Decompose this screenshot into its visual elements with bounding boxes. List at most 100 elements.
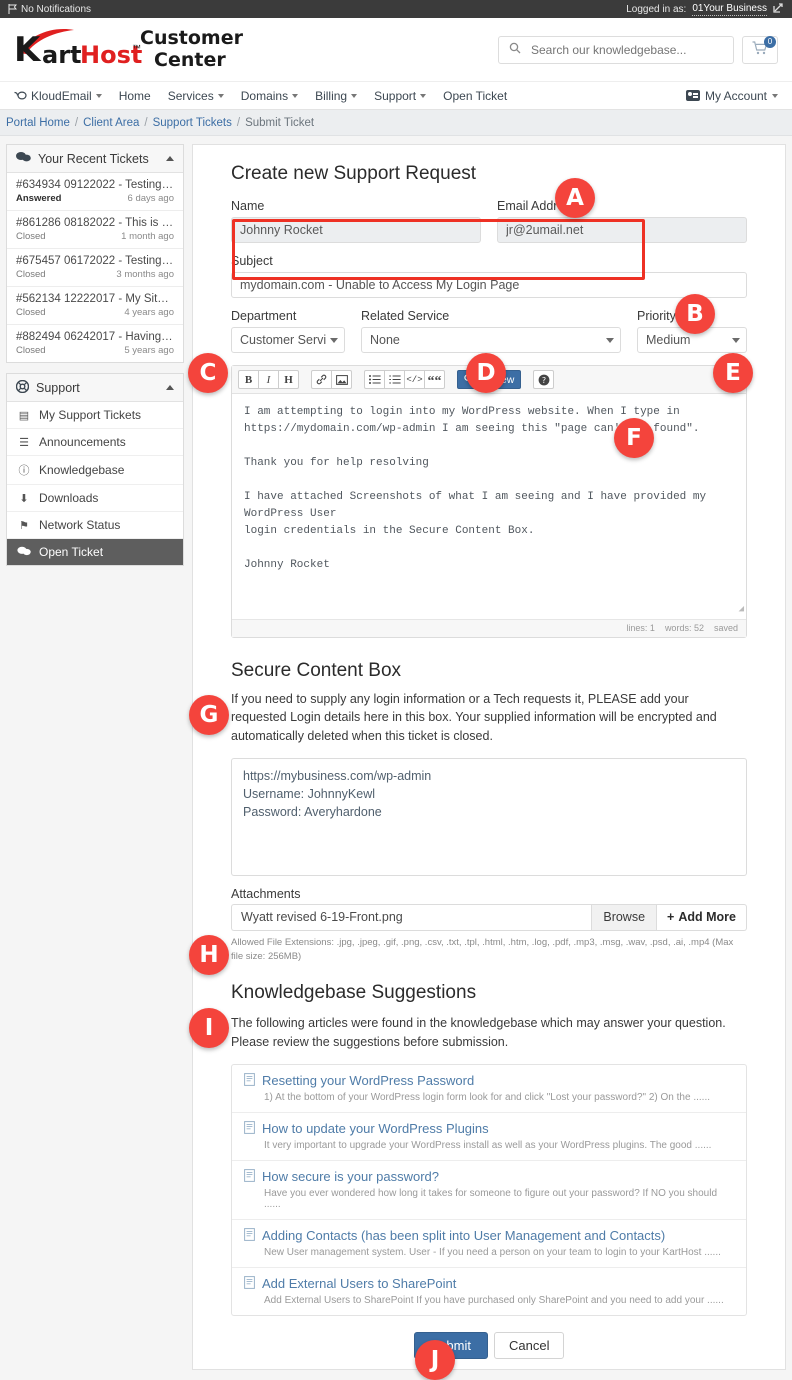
image-icon[interactable] [331,370,352,389]
quote-icon[interactable]: ““ [424,370,445,389]
comment-icon [17,546,31,559]
kb-item-excerpt: 1) At the bottom of your WordPress login… [264,1091,711,1103]
cart-button[interactable]: 0 [742,35,778,64]
email-input[interactable] [497,217,747,243]
logged-in-label: Logged in as: [626,3,687,15]
logout-icon[interactable] [773,2,784,16]
browse-button[interactable]: Browse [591,903,658,931]
flag-icon [8,4,17,14]
kloudemail-icon [14,89,27,103]
breadcrumb: Portal Home / Client Area / Support Tick… [0,110,792,136]
secure-content-title: Secure Content Box [231,659,402,681]
lifering-icon [15,379,30,396]
nav-label: Support [374,88,417,103]
kb-list-item[interactable]: Add External Users to SharePoint Add Ext… [232,1268,746,1315]
pin-icon: ⚑ [19,519,29,532]
email-field-group: Email Address [497,199,747,243]
sidebar-item-my-support-tickets[interactable]: ▤ My Support Tickets [7,402,183,429]
add-more-button[interactable]: + Add More [657,903,747,931]
sidebar-item-open-ticket[interactable]: Open Ticket [7,539,183,565]
kb-list-item[interactable]: How to update your WordPress Plugins It … [232,1113,746,1161]
site-header: K art Host ™ Customer Center 0 [0,18,792,82]
chevron-down-icon [772,93,778,98]
ticket-list-item[interactable]: #634934 09122022 - Testing - N... Answer… [7,173,183,211]
secure-content-textarea[interactable] [231,757,747,876]
chevron-down-icon [292,93,299,98]
notifications-area[interactable]: No Notifications [8,4,91,15]
ticket-status: Answered [16,193,62,204]
nav-item-billing[interactable]: Billing [315,89,358,103]
info-icon: ⓘ [18,465,30,477]
recent-tickets-header[interactable]: Your Recent Tickets [7,145,183,173]
kb-list-item[interactable]: Resetting your WordPress Password 1) At … [232,1065,746,1113]
notifications-label: No Notifications [21,3,92,15]
code-icon[interactable]: </> [404,370,425,389]
cancel-button[interactable]: Cancel [494,1331,565,1359]
nav-item-support[interactable]: Support [374,88,427,103]
account-name[interactable]: 01Your Business [692,3,767,16]
annotation-g: G [189,695,229,735]
nav-item-services[interactable]: Services [168,89,224,103]
attachments-label: Attachments [231,886,301,901]
link-icon[interactable] [311,370,332,389]
breadcrumb-item-support-tickets[interactable]: Support Tickets [153,117,232,129]
help-icon[interactable]: ? [533,370,555,389]
nav-label: KloudEmail [31,88,92,103]
italic-icon[interactable]: I [258,370,279,389]
ticket-title: #562134 12222017 - My Site Ne... [16,293,174,305]
breadcrumb-item-portal-home[interactable]: Portal Home [6,117,70,129]
cart-count-badge: 0 [764,35,776,48]
nav-item-open-ticket[interactable]: Open Ticket [443,89,507,103]
kb-item-title: How to update your WordPress Plugins [262,1121,489,1137]
kb-item-title: How secure is your password? [262,1169,440,1185]
unordered-list-icon[interactable] [364,370,385,389]
ticket-list-item[interactable]: #861286 08182022 - This is a T... Closed… [7,211,183,249]
nav-item-domains[interactable]: Domains [241,89,299,103]
main-navigation: KloudEmail Home Services Domains Billing… [0,82,792,110]
site-logo[interactable]: K art Host ™ Customer Center [14,27,243,73]
knowledgebase-search[interactable] [498,35,734,64]
ordered-list-icon[interactable] [384,370,405,389]
breadcrumb-item-client-area[interactable]: Client Area [83,117,139,129]
sidebar-item-downloads[interactable]: ⬇ Downloads [7,485,183,512]
comments-icon [16,151,31,166]
department-select[interactable]: Customer Service [231,327,345,353]
search-input[interactable] [529,41,723,58]
sidebar-item-network-status[interactable]: ⚑ Network Status [7,512,183,539]
name-input[interactable] [231,217,481,243]
ticket-title: #882494 06242017 - Having Tr... [16,331,174,343]
kb-list-item[interactable]: How secure is your password? Have you ev… [232,1161,746,1220]
support-panel-header[interactable]: Support [7,374,183,402]
breadcrumb-separator: / [236,116,241,129]
list-icon: ☰ [19,436,29,449]
sidebar-item-label: Network Status [39,518,121,532]
chevron-up-icon[interactable] [166,156,174,161]
heading-icon[interactable]: H [278,370,299,389]
recent-tickets-title: Your Recent Tickets [38,151,149,166]
nav-item-kloudemail[interactable]: KloudEmail [14,89,102,103]
ticket-list-item[interactable]: #675457 06172022 - Testing Te... Closed … [7,249,183,287]
resize-grip-icon[interactable]: ◢ [739,603,744,617]
related-service-select[interactable]: None [361,327,621,353]
sidebar-item-label: Downloads [39,491,99,505]
my-account-menu[interactable]: My Account [685,89,778,103]
annotation-b: B [675,294,715,334]
add-more-label: Add More [678,910,736,925]
support-panel-title: Support [36,380,80,395]
message-textarea[interactable]: I am attempting to login into my WordPre… [232,394,746,619]
annotation-d: D [466,353,506,393]
kb-item-excerpt: Have you ever wondered how long it takes… [264,1187,718,1210]
subject-label: Subject [231,254,273,268]
kb-list-item[interactable]: Adding Contacts (has been split into Use… [232,1220,746,1268]
subject-input[interactable] [231,272,747,298]
breadcrumb-separator: / [74,116,79,129]
ticket-list-item[interactable]: #562134 12222017 - My Site Ne... Closed … [7,287,183,325]
sidebar-item-announcements[interactable]: ☰ Announcements [7,429,183,456]
nav-item-home[interactable]: Home [119,89,151,103]
ticket-list-item[interactable]: #882494 06242017 - Having Tr... Closed 5… [7,325,183,362]
allowed-extensions-text: Allowed File Extensions: .jpg, .jpeg, .g… [231,936,734,963]
ticket-icon: ▤ [18,409,30,422]
chevron-up-icon[interactable] [166,385,174,390]
bold-icon[interactable]: B [238,370,259,389]
sidebar-item-knowledgebase[interactable]: ⓘ Knowledgebase [7,456,183,485]
